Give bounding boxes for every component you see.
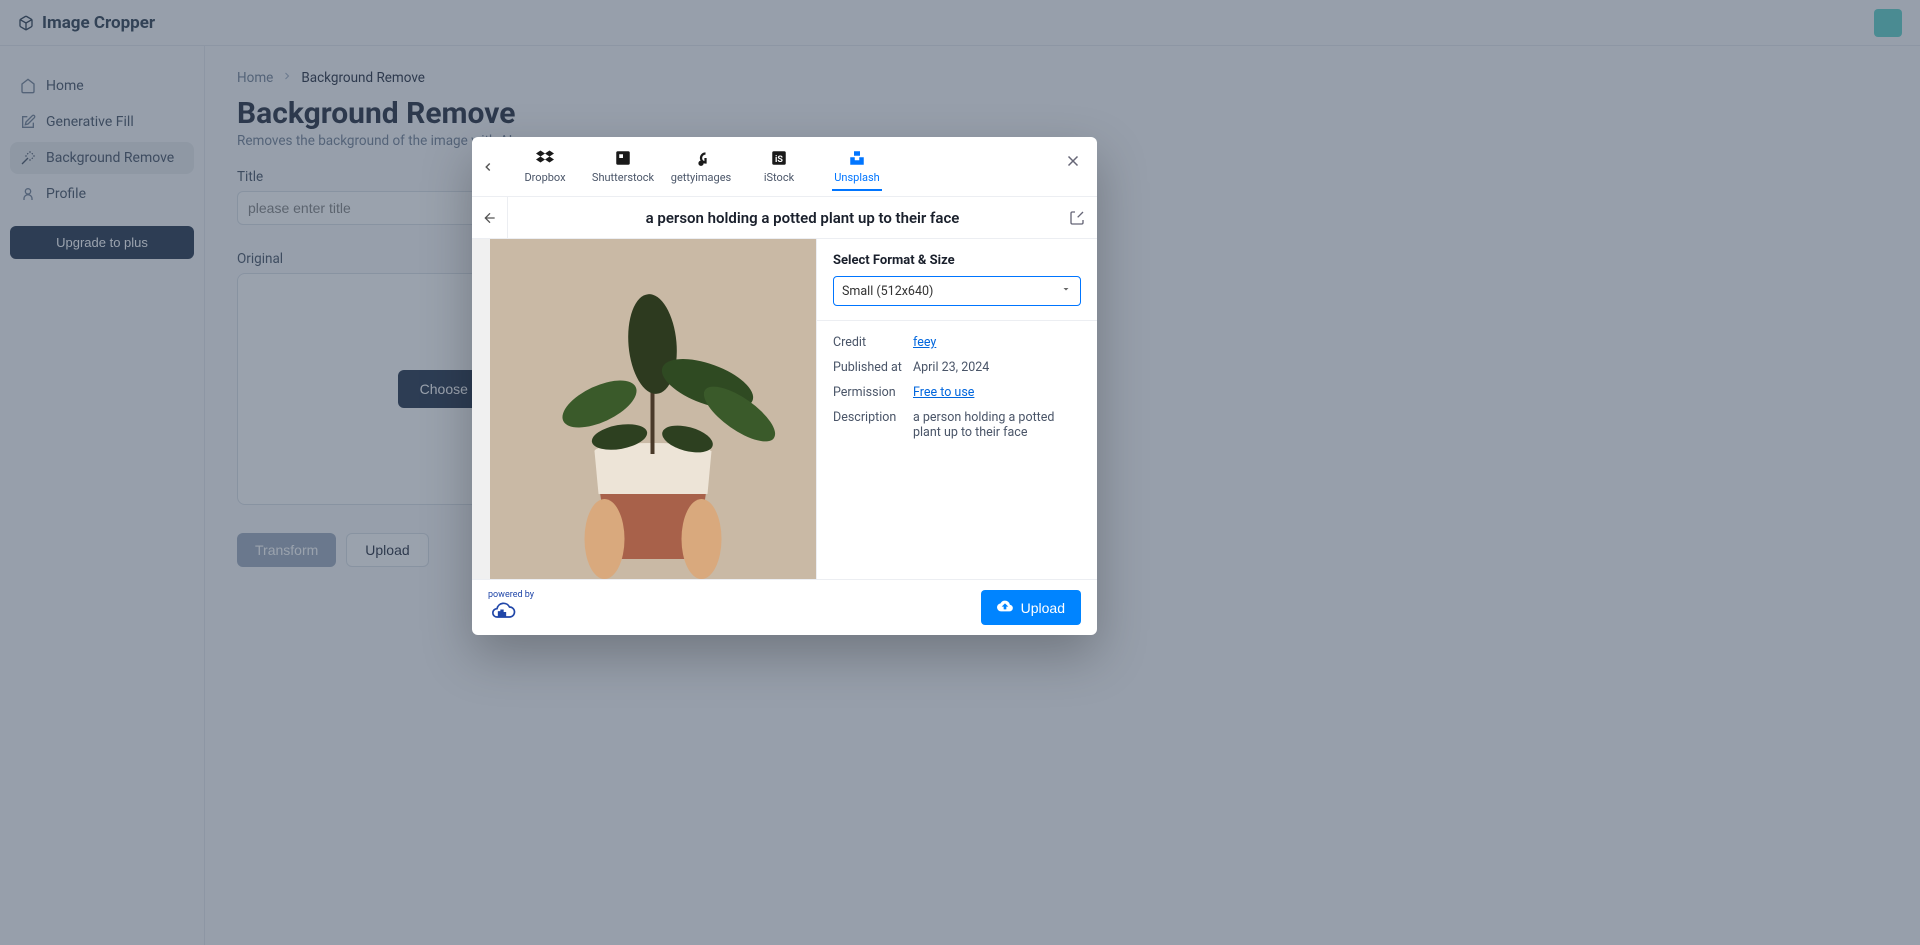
caret-down-icon [1060,283,1072,299]
tab-shutterstock[interactable]: Shutterstock [584,143,662,190]
tab-label: gettyimages [671,171,731,184]
source-tabs: Dropbox Shutterstock gettyimages iS iSto… [504,143,1097,190]
powered-by-label: powered by [488,590,534,600]
istock-icon: iS [770,149,788,167]
meta-key: Published at [833,360,913,375]
upload-button[interactable]: Upload [981,590,1081,625]
unsplash-icon [848,149,866,167]
meta-published-row: Published at April 23, 2024 [833,360,1081,375]
svg-text:iS: iS [775,155,783,165]
meta-value: April 23, 2024 [913,360,1081,375]
open-external-button[interactable] [1069,197,1085,239]
image-title: a person holding a potted plant up to th… [508,209,1097,227]
tab-label: Dropbox [524,171,565,184]
upload-button-label: Upload [1021,600,1065,616]
format-selected-value: Small (512x640) [842,284,933,299]
file-picker-modal: Dropbox Shutterstock gettyimages iS iSto… [472,137,1097,635]
tab-unsplash[interactable]: Unsplash [818,143,896,190]
modal-footer: powered by Upload [472,579,1097,635]
tab-label: Unsplash [834,171,879,184]
powered-by: powered by [488,590,534,625]
tab-istock[interactable]: iS iStock [740,143,818,190]
back-button[interactable] [472,197,508,239]
meta-key: Permission [833,385,913,400]
getty-icon [692,149,710,167]
format-select[interactable]: Small (512x640) [833,276,1081,306]
details-pane: Select Format & Size Small (512x640) Cre… [817,239,1097,579]
shutterstock-icon [614,149,632,167]
permission-link[interactable]: Free to use [913,385,974,400]
meta-value: a person holding a potted plant up to th… [913,410,1081,440]
cloud-upload-icon [997,598,1013,617]
tab-label: Shutterstock [592,171,654,184]
header-back-button[interactable] [472,137,504,197]
modal-header: Dropbox Shutterstock gettyimages iS iSto… [472,137,1097,197]
tab-gettyimages[interactable]: gettyimages [662,143,740,190]
meta-key: Credit [833,335,913,350]
preview-pane [472,239,817,579]
image-title-bar: a person holding a potted plant up to th… [472,197,1097,239]
modal-body: Select Format & Size Small (512x640) Cre… [472,239,1097,579]
tab-dropbox[interactable]: Dropbox [506,143,584,190]
format-section-label: Select Format & Size [833,253,1081,268]
preview-image [490,239,816,579]
thumbnail-scroll[interactable] [472,239,490,579]
meta-permission-row: Permission Free to use [833,385,1081,400]
close-button[interactable] [1061,149,1085,173]
cloud-icon [488,602,516,625]
tab-label: iStock [764,171,794,184]
meta-description-row: Description a person holding a potted pl… [833,410,1081,440]
credit-link[interactable]: feey [913,335,936,350]
meta-credit-row: Credit feey [833,335,1081,350]
dropbox-icon [536,149,554,167]
meta-key: Description [833,410,913,440]
